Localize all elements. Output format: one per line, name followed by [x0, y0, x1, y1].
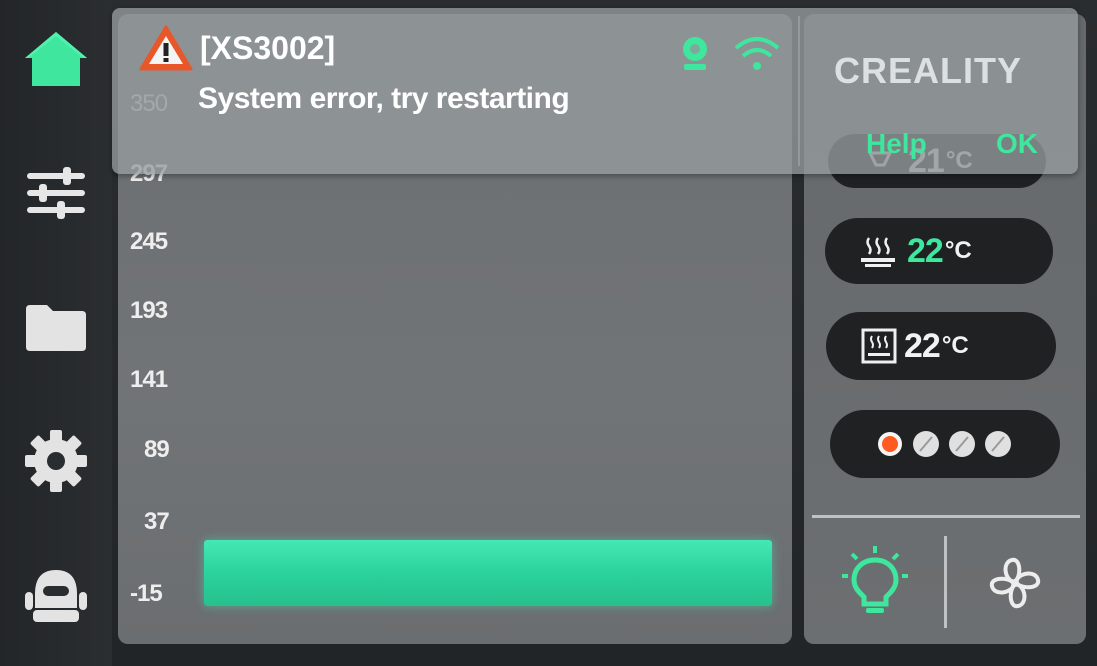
wifi-icon [734, 37, 780, 70]
sidebar-item-settings[interactable] [10, 426, 102, 496]
printer-screen: 350 297 245 193 141 89 37 -15 21 °C 22 °… [0, 0, 1097, 666]
gear-icon [25, 430, 87, 492]
filament-slots-icon [878, 431, 1011, 457]
sidebar-item-home[interactable] [10, 24, 102, 94]
sidebar-item-controls[interactable] [10, 158, 102, 228]
warning-icon [139, 25, 193, 71]
panel-divider [812, 515, 1080, 518]
chamber-temp: 22 [904, 326, 941, 365]
fan-icon [989, 557, 1041, 609]
error-notification: [XS3002] System error, try restarting CR… [112, 8, 1078, 174]
button-divider [944, 536, 947, 628]
chamber-temp-unit: °C [941, 332, 969, 359]
fan-button[interactable] [974, 542, 1056, 624]
y-tick-label: 141 [130, 366, 168, 393]
sliders-icon [27, 167, 85, 219]
notification-separator [798, 16, 800, 166]
error-message: System error, try restarting [198, 82, 570, 115]
brand-logo: CREALITY [834, 50, 1022, 91]
ok-button[interactable]: OK [996, 128, 1038, 160]
y-tick-label: 245 [130, 228, 168, 255]
sidebar-item-assistant[interactable] [10, 560, 102, 630]
bed-temp-pill[interactable]: 22 °C [825, 218, 1053, 284]
error-code: [XS3002] [200, 30, 336, 66]
help-button[interactable]: Help [866, 128, 927, 160]
y-tick-label: -15 [130, 580, 163, 607]
sidebar-item-files[interactable] [10, 292, 102, 362]
bed-temp: 22 [907, 231, 944, 270]
chamber-icon [861, 328, 897, 364]
folder-icon [26, 305, 86, 351]
sidebar [0, 0, 112, 666]
y-tick-label: 193 [130, 297, 168, 324]
camera-icon [683, 37, 707, 70]
filament-slots-pill[interactable] [830, 410, 1060, 478]
y-tick-label: 37 [144, 508, 170, 535]
home-icon [25, 32, 87, 86]
y-tick-label: 89 [144, 436, 170, 463]
light-toggle-button[interactable] [832, 536, 918, 628]
robot-icon [25, 570, 87, 622]
temperature-bar [204, 540, 772, 606]
chamber-temp-pill[interactable]: 22 °C [826, 312, 1056, 380]
bed-temp-unit: °C [944, 237, 972, 264]
heated-bed-icon [861, 237, 895, 267]
lightbulb-icon [842, 546, 908, 613]
